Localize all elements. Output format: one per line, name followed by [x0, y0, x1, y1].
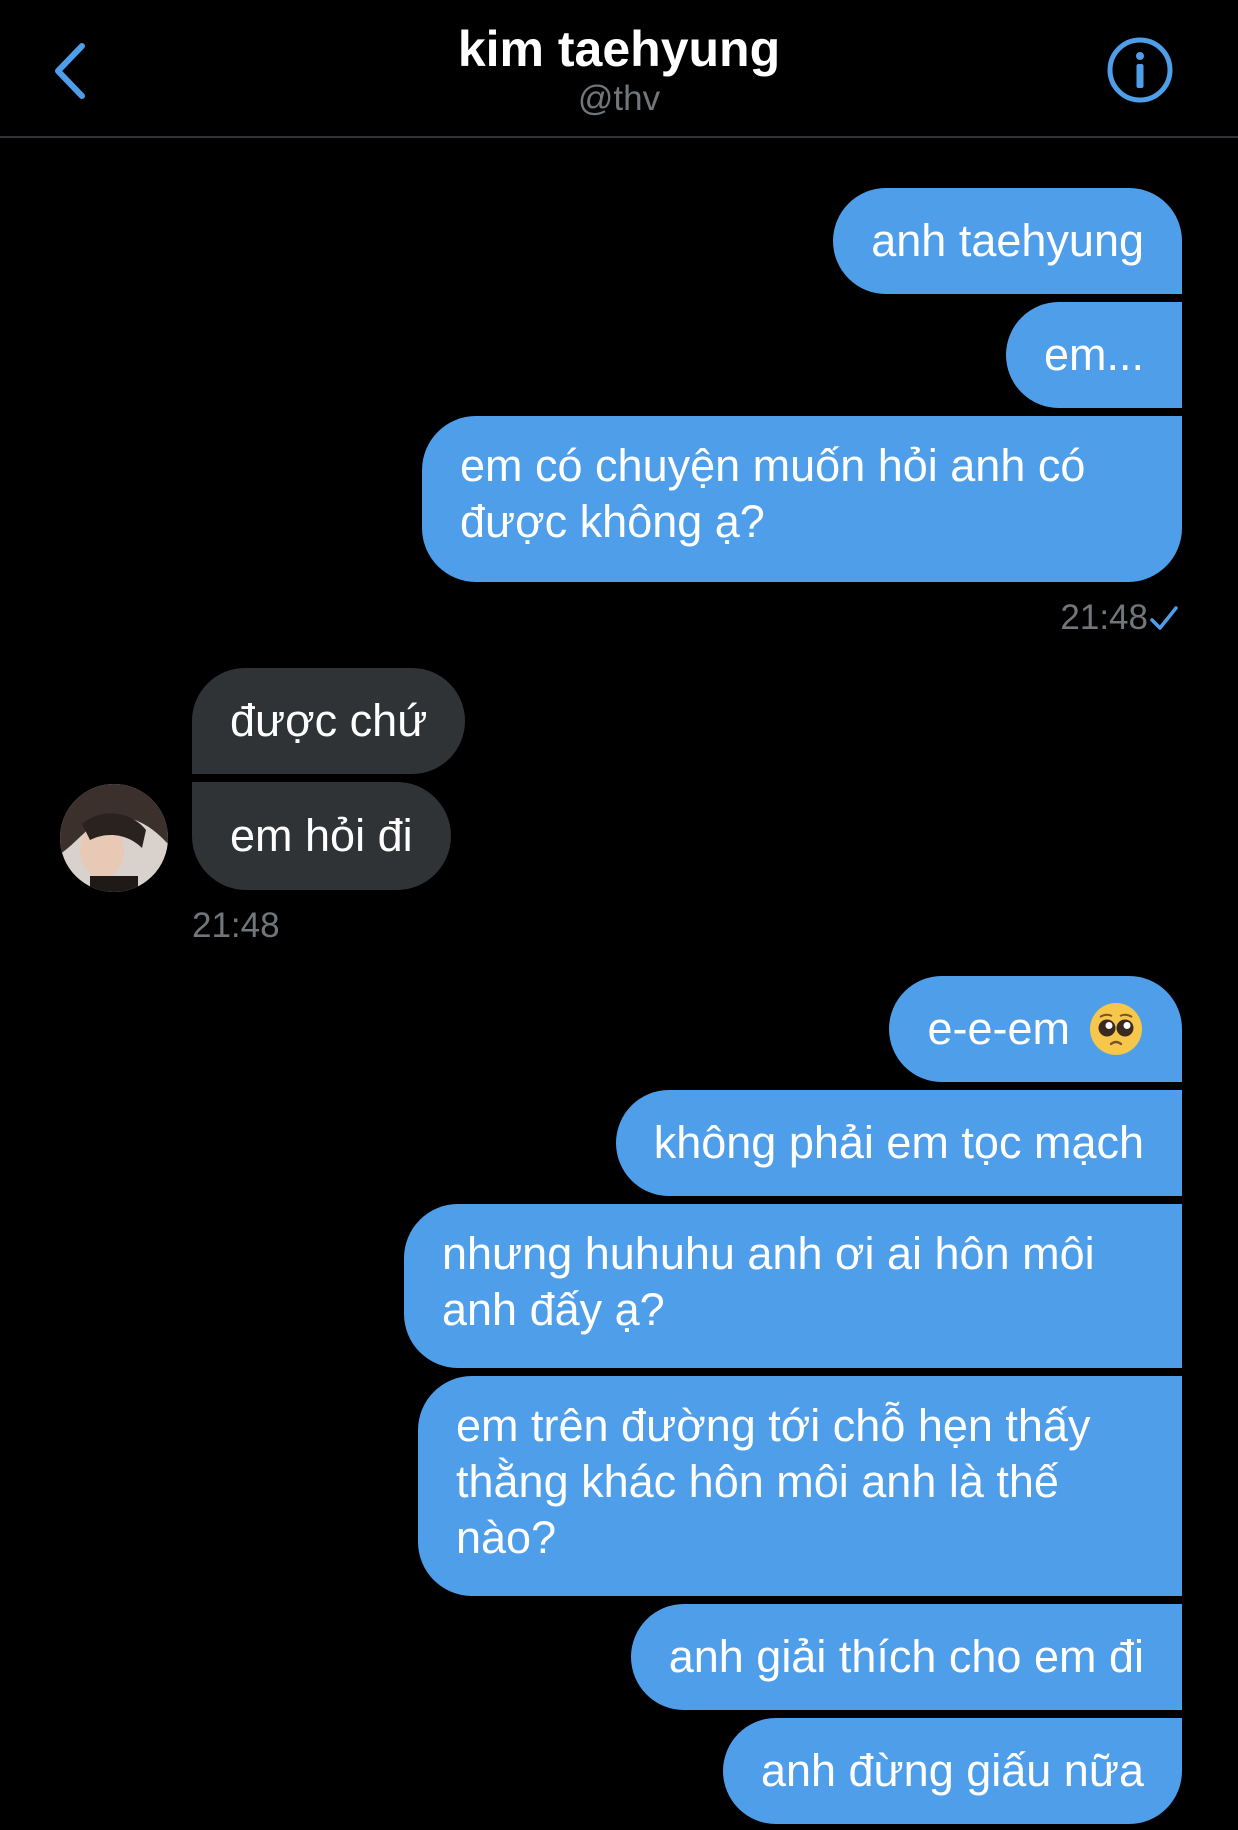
message-bubble-outgoing[interactable]: em trên đường tới chỗ hẹn thấy thằng khá…	[418, 1376, 1182, 1596]
message-timestamp: 21:48	[1060, 598, 1148, 637]
message-bubble-outgoing[interactable]: anh đừng giấu nữa	[722, 1718, 1182, 1824]
pleading-face-emoji	[1090, 1003, 1142, 1055]
message-bubble-outgoing[interactable]: anh taehyung	[833, 188, 1182, 294]
message-bubble-outgoing[interactable]: không phải em tọc mạch	[615, 1090, 1182, 1196]
message-bubble-outgoing[interactable]: e-e-em	[889, 976, 1182, 1082]
avatar-image	[60, 784, 168, 892]
message-text: em hỏi đi	[230, 810, 413, 861]
message-text: em...	[1043, 329, 1144, 380]
message-timestamp: 21:48	[192, 906, 280, 945]
conversation-title[interactable]: kim taehyung	[0, 18, 1238, 80]
message-text: em có chuyện muốn hỏi anh có được không …	[460, 440, 1086, 547]
message-text: không phải em tọc mạch	[653, 1117, 1144, 1168]
message-bubble-incoming[interactable]: em hỏi đi	[192, 782, 451, 890]
message-bubble-outgoing[interactable]: nhưng huhuhu anh ơi ai hôn môi anh đấy ạ…	[404, 1204, 1182, 1368]
message-text: e-e-em	[927, 1003, 1070, 1054]
message-text: anh giải thích cho em đi	[668, 1631, 1144, 1682]
conversation-header: kim taehyung @thv	[0, 0, 1238, 138]
message-text: em trên đường tới chỗ hẹn thấy thằng khá…	[456, 1400, 1091, 1563]
message-bubble-outgoing[interactable]: em có chuyện muốn hỏi anh có được không …	[422, 416, 1182, 582]
message-text: anh taehyung	[871, 215, 1144, 266]
message-bubble-outgoing[interactable]: em...	[1005, 302, 1182, 408]
message-bubble-incoming[interactable]: được chứ	[192, 668, 466, 774]
message-text: được chứ	[230, 695, 428, 746]
conversation-handle[interactable]: @thv	[0, 76, 1238, 122]
message-text: nhưng huhuhu anh ơi ai hôn môi anh đấy ạ…	[442, 1228, 1095, 1335]
message-text: anh đừng giấu nữa	[760, 1745, 1144, 1796]
checkmark-icon	[1150, 606, 1178, 630]
message-bubble-outgoing[interactable]: anh giải thích cho em đi	[630, 1604, 1182, 1710]
info-circle-icon	[1107, 37, 1173, 103]
info-button[interactable]	[1106, 36, 1174, 104]
avatar[interactable]	[60, 784, 168, 892]
